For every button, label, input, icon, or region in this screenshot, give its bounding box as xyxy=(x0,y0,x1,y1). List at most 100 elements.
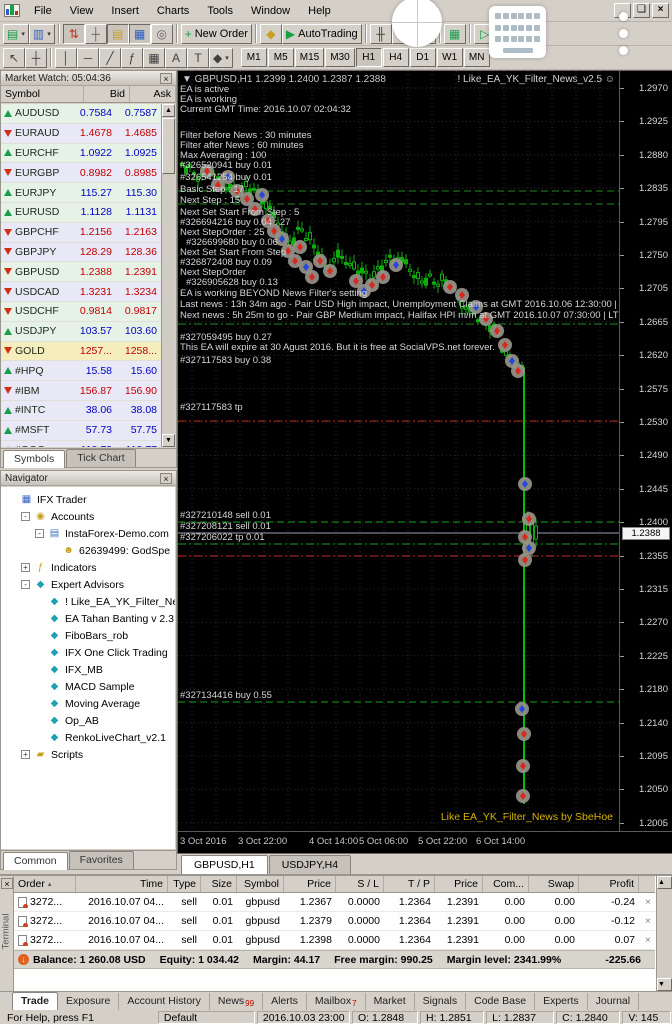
scrollbar-thumb[interactable] xyxy=(162,118,175,174)
order-cell[interactable]: × xyxy=(639,896,655,908)
fibonacci-tool[interactable]: ƒ xyxy=(121,48,143,68)
bar-chart-button[interactable]: ╫ xyxy=(370,24,392,44)
metaeditor-button[interactable]: ◆ xyxy=(260,24,282,44)
autotrading-button[interactable]: ▶AutoTrading xyxy=(282,24,362,44)
tree-item-moving-average[interactable]: ◆Moving Average xyxy=(1,695,175,712)
column-header-symbol[interactable]: Symbol xyxy=(237,876,284,892)
market-watch-row[interactable]: EURUSD1.11281.1131 xyxy=(1,203,161,223)
market-watch-row[interactable]: #IBM156.87156.90 xyxy=(1,381,161,401)
timeframe-w1[interactable]: W1 xyxy=(437,48,463,67)
tree-item-ea-tahan-banting-v-2-3[interactable]: ◆EA Tahan Banting v 2.3 xyxy=(1,610,175,627)
market-watch-row[interactable]: EURAUD1.46781.4685 xyxy=(1,124,161,144)
column-header-order[interactable]: Order ▴ xyxy=(14,876,76,892)
collapse-icon[interactable]: - xyxy=(21,512,30,521)
cursor-tool[interactable]: ↖ xyxy=(3,48,25,68)
order-cell[interactable]: × xyxy=(639,915,655,927)
column-header-type[interactable]: Type xyxy=(168,876,201,892)
market-watch-row[interactable]: GBPCHF1.21561.2163 xyxy=(1,223,161,243)
tree-item-accounts[interactable]: -◉Accounts xyxy=(1,508,175,525)
tab-account-history[interactable]: Account History xyxy=(119,993,210,1010)
label-tool[interactable]: T xyxy=(187,48,209,68)
column-header-ask[interactable]: Ask xyxy=(130,86,176,102)
order-row[interactable]: 3272...2016.10.07 04...sell0.01gbpusd1.2… xyxy=(14,912,655,931)
close-button[interactable]: × xyxy=(652,3,669,18)
market-watch-row[interactable]: USDCAD1.32311.3234 xyxy=(1,282,161,302)
data-window-toggle[interactable]: ┼ xyxy=(85,24,107,44)
minimize-button[interactable]: _ xyxy=(614,3,631,18)
menu-tools[interactable]: Tools xyxy=(198,2,242,20)
market-watch-row[interactable]: GBPUSD1.23881.2391 xyxy=(1,262,161,282)
market-watch-row[interactable]: GOLD1257...1258... xyxy=(1,342,161,362)
close-icon[interactable]: × xyxy=(160,73,172,84)
strategy-tester-toggle[interactable]: ◎ xyxy=(151,24,173,44)
scroll-up-icon[interactable]: ▲ xyxy=(162,104,175,117)
market-watch-row[interactable]: EURGBP0.89820.8985 xyxy=(1,163,161,183)
candlestick-button[interactable]: ▮ xyxy=(392,24,414,44)
tree-item-scripts[interactable]: +▰Scripts xyxy=(1,746,175,763)
grid-tool[interactable]: ▦ xyxy=(143,48,165,68)
tab-common[interactable]: Common xyxy=(3,852,68,870)
tab-journal[interactable]: Journal xyxy=(588,993,639,1010)
column-header-sl[interactable]: S / L xyxy=(336,876,384,892)
trendline-tool[interactable]: ╱ xyxy=(99,48,121,68)
crosshair-tool[interactable]: ┼ xyxy=(25,48,47,68)
market-watch-row[interactable]: #HPQ15.5815.60 xyxy=(1,361,161,381)
vertical-line-tool[interactable]: │ xyxy=(55,48,77,68)
market-watch-row[interactable]: #INTC38.0638.08 xyxy=(1,401,161,421)
text-tool[interactable]: A xyxy=(165,48,187,68)
column-header-size[interactable]: Size xyxy=(201,876,237,892)
timeframe-m15[interactable]: M15 xyxy=(295,48,324,67)
scroll-down-icon[interactable]: ▼ xyxy=(657,978,672,991)
market-watch-row[interactable]: USDCHF0.98140.9817 xyxy=(1,302,161,322)
line-chart-button[interactable]: ╱ xyxy=(414,24,436,44)
tree-item-ifx-mb[interactable]: ◆IFX_MB xyxy=(1,661,175,678)
terminal-toggle[interactable]: ▦ xyxy=(129,24,151,44)
horizontal-line-tool[interactable]: ─ xyxy=(77,48,99,68)
tab-mailbox[interactable]: Mailbox7 xyxy=(307,993,366,1010)
tab-favorites[interactable]: Favorites xyxy=(69,851,134,869)
chart-plot-area[interactable]: ▼ GBPUSD,H1 1.2399 1.2400 1.2387 1.2388 … xyxy=(178,71,619,831)
tree-item-like-ea-yk-filter-ne[interactable]: ◆! Like_EA_YK_Filter_Ne xyxy=(1,593,175,610)
new-chart-button[interactable]: ▤▾ xyxy=(3,24,29,44)
market-watch-row[interactable]: #MSFT57.7357.75 xyxy=(1,421,161,441)
close-icon[interactable]: × xyxy=(160,473,172,484)
column-header-price[interactable]: Price xyxy=(435,876,483,892)
market-watch-row[interactable]: EURJPY115.27115.30 xyxy=(1,183,161,203)
timeframe-m30[interactable]: M30 xyxy=(325,48,354,67)
tab-news[interactable]: News99 xyxy=(210,993,263,1010)
navigator-toggle[interactable]: ▤ xyxy=(107,24,129,44)
tab-exposure[interactable]: Exposure xyxy=(58,993,119,1010)
market-watch-row[interactable]: #QQQ118.72118.77 xyxy=(1,441,161,447)
order-cell[interactable]: × xyxy=(639,934,655,946)
column-header-tp[interactable]: T / P xyxy=(384,876,435,892)
zoom-in-button[interactable]: ⊕ xyxy=(496,24,518,44)
menu-view[interactable]: View xyxy=(61,2,103,20)
expand-icon[interactable]: + xyxy=(21,563,30,572)
market-watch-row[interactable]: AUDUSD0.75840.7587 xyxy=(1,104,161,124)
market-watch-row[interactable]: EURCHF1.09221.0925 xyxy=(1,144,161,164)
tree-item-instaforex-demo-com[interactable]: -▤InstaForex-Demo.com xyxy=(1,525,175,542)
tab-symbols[interactable]: Symbols xyxy=(3,450,65,468)
tab-market[interactable]: Market xyxy=(366,993,415,1010)
tree-item-renkolivechart-v2-1[interactable]: ◆RenkoLiveChart_v2.1 xyxy=(1,729,175,746)
tree-item-indicators[interactable]: +ƒIndicators xyxy=(1,559,175,576)
menu-charts[interactable]: Charts xyxy=(148,2,198,20)
column-header-price[interactable]: Price xyxy=(284,876,336,892)
restore-button[interactable]: ❏ xyxy=(633,3,650,18)
scroll-up-icon[interactable]: ▲ xyxy=(657,876,672,889)
timeframe-mn[interactable]: MN xyxy=(464,48,490,67)
timeframe-h1[interactable]: H1 xyxy=(356,48,382,67)
profiles-button[interactable]: ▥▾ xyxy=(29,24,55,44)
price-axis[interactable]: ‹ › 1.29701.29251.28801.28351.27951.2750… xyxy=(619,71,672,831)
shapes-tool[interactable]: ◆▾ xyxy=(209,48,233,68)
tree-item-fibobars-rob[interactable]: ◆FiboBars_rob xyxy=(1,627,175,644)
tab-alerts[interactable]: Alerts xyxy=(263,993,307,1010)
column-header-com[interactable]: Com... xyxy=(483,876,529,892)
collapse-icon[interactable]: - xyxy=(21,580,30,589)
collapse-icon[interactable]: - xyxy=(35,529,44,538)
timeframe-d1[interactable]: D1 xyxy=(410,48,436,67)
tree-item-macd-sample[interactable]: ◆MACD Sample xyxy=(1,678,175,695)
tab-signals[interactable]: Signals xyxy=(415,993,466,1010)
tab-tick-chart[interactable]: Tick Chart xyxy=(66,449,135,467)
tab-trade[interactable]: Trade xyxy=(12,992,58,1010)
